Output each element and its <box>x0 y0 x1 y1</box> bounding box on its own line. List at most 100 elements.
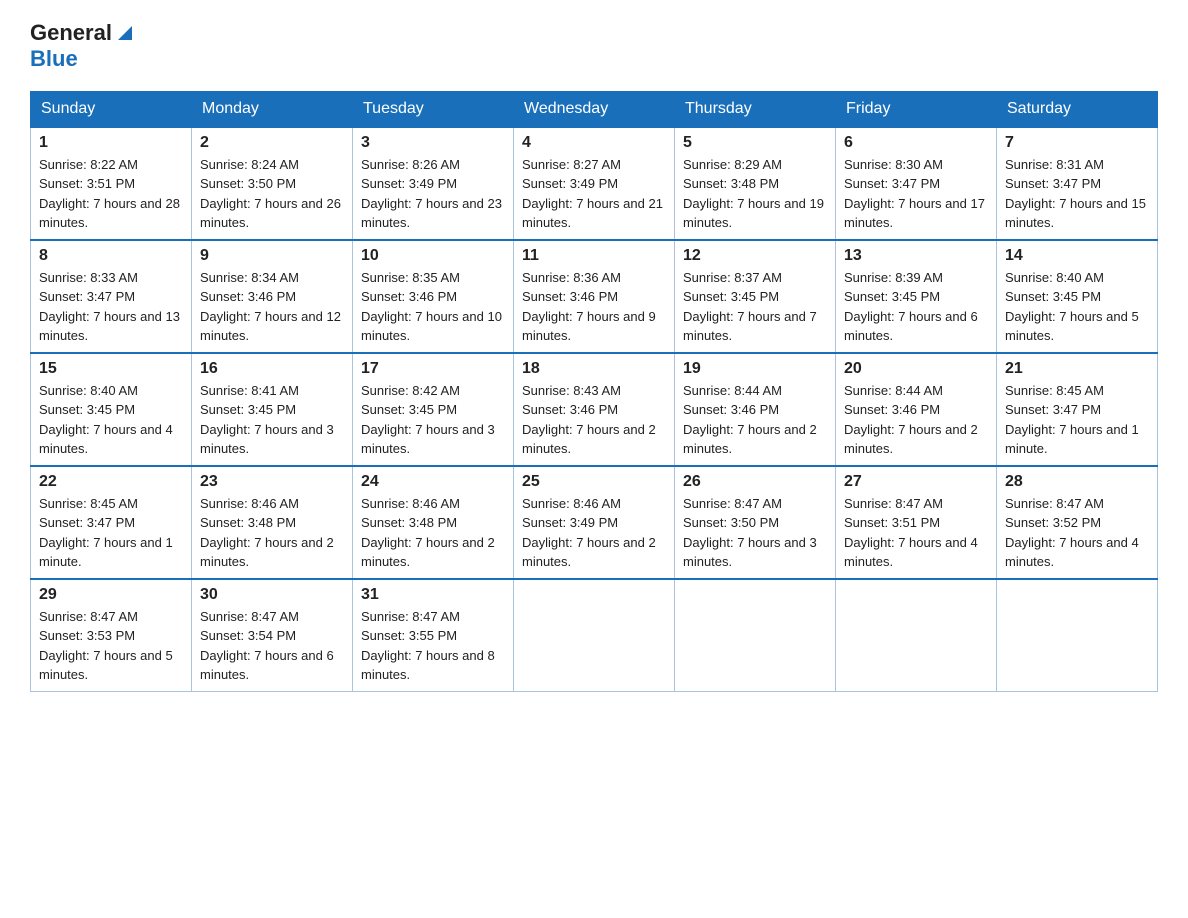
day-number: 28 <box>1005 473 1149 491</box>
day-number: 3 <box>361 134 505 152</box>
day-info: Sunrise: 8:47 AMSunset: 3:51 PMDaylight:… <box>844 496 978 570</box>
day-number: 17 <box>361 360 505 378</box>
calendar-week-row: 15 Sunrise: 8:40 AMSunset: 3:45 PMDaylig… <box>31 353 1158 466</box>
day-number: 23 <box>200 473 344 491</box>
day-info: Sunrise: 8:44 AMSunset: 3:46 PMDaylight:… <box>683 383 817 457</box>
calendar-cell: 7 Sunrise: 8:31 AMSunset: 3:47 PMDayligh… <box>997 127 1158 240</box>
calendar-cell: 18 Sunrise: 8:43 AMSunset: 3:46 PMDaylig… <box>514 353 675 466</box>
calendar-cell: 5 Sunrise: 8:29 AMSunset: 3:48 PMDayligh… <box>675 127 836 240</box>
day-info: Sunrise: 8:41 AMSunset: 3:45 PMDaylight:… <box>200 383 334 457</box>
calendar-cell: 17 Sunrise: 8:42 AMSunset: 3:45 PMDaylig… <box>353 353 514 466</box>
day-number: 6 <box>844 134 988 152</box>
day-number: 9 <box>200 247 344 265</box>
calendar-cell: 21 Sunrise: 8:45 AMSunset: 3:47 PMDaylig… <box>997 353 1158 466</box>
day-number: 29 <box>39 586 183 604</box>
day-number: 30 <box>200 586 344 604</box>
day-number: 5 <box>683 134 827 152</box>
day-info: Sunrise: 8:22 AMSunset: 3:51 PMDaylight:… <box>39 157 180 231</box>
calendar-week-row: 22 Sunrise: 8:45 AMSunset: 3:47 PMDaylig… <box>31 466 1158 579</box>
calendar-table: SundayMondayTuesdayWednesdayThursdayFrid… <box>30 91 1158 692</box>
calendar-cell <box>514 579 675 692</box>
day-info: Sunrise: 8:39 AMSunset: 3:45 PMDaylight:… <box>844 270 978 344</box>
day-header-tuesday: Tuesday <box>353 91 514 127</box>
calendar-cell: 28 Sunrise: 8:47 AMSunset: 3:52 PMDaylig… <box>997 466 1158 579</box>
calendar-cell: 25 Sunrise: 8:46 AMSunset: 3:49 PMDaylig… <box>514 466 675 579</box>
day-info: Sunrise: 8:47 AMSunset: 3:55 PMDaylight:… <box>361 609 495 683</box>
day-number: 24 <box>361 473 505 491</box>
day-info: Sunrise: 8:31 AMSunset: 3:47 PMDaylight:… <box>1005 157 1146 231</box>
day-number: 15 <box>39 360 183 378</box>
day-header-thursday: Thursday <box>675 91 836 127</box>
calendar-cell <box>836 579 997 692</box>
day-number: 18 <box>522 360 666 378</box>
calendar-cell: 20 Sunrise: 8:44 AMSunset: 3:46 PMDaylig… <box>836 353 997 466</box>
calendar-cell: 13 Sunrise: 8:39 AMSunset: 3:45 PMDaylig… <box>836 240 997 353</box>
day-number: 11 <box>522 247 666 265</box>
day-info: Sunrise: 8:47 AMSunset: 3:53 PMDaylight:… <box>39 609 173 683</box>
day-info: Sunrise: 8:29 AMSunset: 3:48 PMDaylight:… <box>683 157 824 231</box>
calendar-cell: 12 Sunrise: 8:37 AMSunset: 3:45 PMDaylig… <box>675 240 836 353</box>
day-info: Sunrise: 8:47 AMSunset: 3:54 PMDaylight:… <box>200 609 334 683</box>
day-number: 19 <box>683 360 827 378</box>
day-header-monday: Monday <box>192 91 353 127</box>
day-info: Sunrise: 8:47 AMSunset: 3:52 PMDaylight:… <box>1005 496 1139 570</box>
calendar-cell: 9 Sunrise: 8:34 AMSunset: 3:46 PMDayligh… <box>192 240 353 353</box>
calendar-cell: 14 Sunrise: 8:40 AMSunset: 3:45 PMDaylig… <box>997 240 1158 353</box>
day-number: 27 <box>844 473 988 491</box>
day-info: Sunrise: 8:46 AMSunset: 3:48 PMDaylight:… <box>200 496 334 570</box>
day-number: 14 <box>1005 247 1149 265</box>
day-number: 10 <box>361 247 505 265</box>
day-info: Sunrise: 8:30 AMSunset: 3:47 PMDaylight:… <box>844 157 985 231</box>
logo: General Blue <box>30 20 136 73</box>
day-info: Sunrise: 8:45 AMSunset: 3:47 PMDaylight:… <box>1005 383 1139 457</box>
day-number: 22 <box>39 473 183 491</box>
day-info: Sunrise: 8:44 AMSunset: 3:46 PMDaylight:… <box>844 383 978 457</box>
day-number: 21 <box>1005 360 1149 378</box>
calendar-cell: 8 Sunrise: 8:33 AMSunset: 3:47 PMDayligh… <box>31 240 192 353</box>
day-number: 8 <box>39 247 183 265</box>
calendar-cell: 6 Sunrise: 8:30 AMSunset: 3:47 PMDayligh… <box>836 127 997 240</box>
calendar-cell: 22 Sunrise: 8:45 AMSunset: 3:47 PMDaylig… <box>31 466 192 579</box>
day-header-friday: Friday <box>836 91 997 127</box>
day-info: Sunrise: 8:45 AMSunset: 3:47 PMDaylight:… <box>39 496 173 570</box>
day-number: 20 <box>844 360 988 378</box>
day-number: 12 <box>683 247 827 265</box>
day-info: Sunrise: 8:46 AMSunset: 3:48 PMDaylight:… <box>361 496 495 570</box>
day-header-wednesday: Wednesday <box>514 91 675 127</box>
calendar-cell: 31 Sunrise: 8:47 AMSunset: 3:55 PMDaylig… <box>353 579 514 692</box>
day-number: 16 <box>200 360 344 378</box>
day-header-sunday: Sunday <box>31 91 192 127</box>
day-number: 26 <box>683 473 827 491</box>
calendar-cell: 2 Sunrise: 8:24 AMSunset: 3:50 PMDayligh… <box>192 127 353 240</box>
logo-blue-text: Blue <box>30 46 78 71</box>
day-number: 25 <box>522 473 666 491</box>
day-info: Sunrise: 8:37 AMSunset: 3:45 PMDaylight:… <box>683 270 817 344</box>
day-info: Sunrise: 8:46 AMSunset: 3:49 PMDaylight:… <box>522 496 656 570</box>
day-number: 13 <box>844 247 988 265</box>
calendar-cell: 29 Sunrise: 8:47 AMSunset: 3:53 PMDaylig… <box>31 579 192 692</box>
day-info: Sunrise: 8:42 AMSunset: 3:45 PMDaylight:… <box>361 383 495 457</box>
day-info: Sunrise: 8:36 AMSunset: 3:46 PMDaylight:… <box>522 270 656 344</box>
calendar-cell: 16 Sunrise: 8:41 AMSunset: 3:45 PMDaylig… <box>192 353 353 466</box>
day-number: 31 <box>361 586 505 604</box>
day-number: 1 <box>39 134 183 152</box>
day-number: 7 <box>1005 134 1149 152</box>
day-info: Sunrise: 8:24 AMSunset: 3:50 PMDaylight:… <box>200 157 341 231</box>
day-info: Sunrise: 8:34 AMSunset: 3:46 PMDaylight:… <box>200 270 341 344</box>
calendar-week-row: 29 Sunrise: 8:47 AMSunset: 3:53 PMDaylig… <box>31 579 1158 692</box>
calendar-cell: 1 Sunrise: 8:22 AMSunset: 3:51 PMDayligh… <box>31 127 192 240</box>
calendar-cell <box>675 579 836 692</box>
day-info: Sunrise: 8:35 AMSunset: 3:46 PMDaylight:… <box>361 270 502 344</box>
calendar-cell: 3 Sunrise: 8:26 AMSunset: 3:49 PMDayligh… <box>353 127 514 240</box>
day-number: 4 <box>522 134 666 152</box>
calendar-cell: 15 Sunrise: 8:40 AMSunset: 3:45 PMDaylig… <box>31 353 192 466</box>
day-info: Sunrise: 8:40 AMSunset: 3:45 PMDaylight:… <box>1005 270 1139 344</box>
calendar-cell: 4 Sunrise: 8:27 AMSunset: 3:49 PMDayligh… <box>514 127 675 240</box>
calendar-cell: 10 Sunrise: 8:35 AMSunset: 3:46 PMDaylig… <box>353 240 514 353</box>
calendar-week-row: 1 Sunrise: 8:22 AMSunset: 3:51 PMDayligh… <box>31 127 1158 240</box>
day-info: Sunrise: 8:26 AMSunset: 3:49 PMDaylight:… <box>361 157 502 231</box>
calendar-cell <box>997 579 1158 692</box>
calendar-header-row: SundayMondayTuesdayWednesdayThursdayFrid… <box>31 91 1158 127</box>
calendar-cell: 26 Sunrise: 8:47 AMSunset: 3:50 PMDaylig… <box>675 466 836 579</box>
day-info: Sunrise: 8:27 AMSunset: 3:49 PMDaylight:… <box>522 157 663 231</box>
